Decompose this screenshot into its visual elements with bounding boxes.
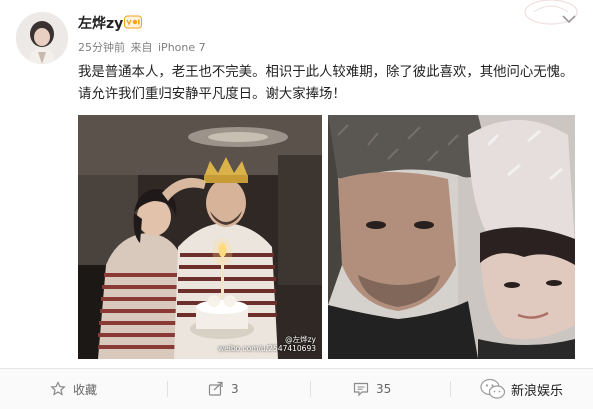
source-device[interactable]: iPhone 7 [158,41,206,54]
photo-birthday [78,115,322,359]
action-bar: 收藏 3 35 新浪娱乐 [0,368,593,409]
favorite-button[interactable]: 收藏 [50,369,97,409]
post-text: 我是普通本人，老王也不完美。相识于此人较难期，除了彼此喜欢，其他问心无愧。请允许… [78,65,574,102]
photo-selfie [328,115,575,359]
divider [450,381,451,397]
username[interactable]: 左烨zy [78,13,123,33]
brand-tag: 新浪娱乐 [479,375,563,403]
comment-count: 35 [376,382,392,396]
favorite-label: 收藏 [73,382,98,397]
chevron-down-icon[interactable] [561,14,577,24]
share-button[interactable]: 3 [208,369,239,409]
post-photo-2[interactable] [328,115,575,359]
avatar[interactable] [16,12,68,64]
share-count: 3 [231,382,239,396]
comment-icon [353,382,369,397]
brand-name: 新浪娱乐 [511,383,564,399]
post-photo-1[interactable]: @左烨zy weibo.com/u/2547410693 [78,115,322,359]
source-prefix: 来自 [130,41,153,54]
star-icon [50,381,66,396]
divider [310,381,311,397]
wechat-icon [480,378,506,399]
photo-watermark: @左烨zy weibo.com/u/2547410693 [218,335,316,353]
post-meta: 25分钟前 来自 iPhone 7 [78,39,208,55]
divider [167,381,168,397]
weibo-post: 左烨zy 25分钟前 来自 iPhone 7 我是普通本人，老王也不完美。相识于… [0,0,593,409]
post-time: 25分钟前 [78,41,125,54]
comment-button[interactable]: 35 [353,369,391,409]
share-icon [208,381,223,396]
vip-badge-icon[interactable] [124,15,142,29]
